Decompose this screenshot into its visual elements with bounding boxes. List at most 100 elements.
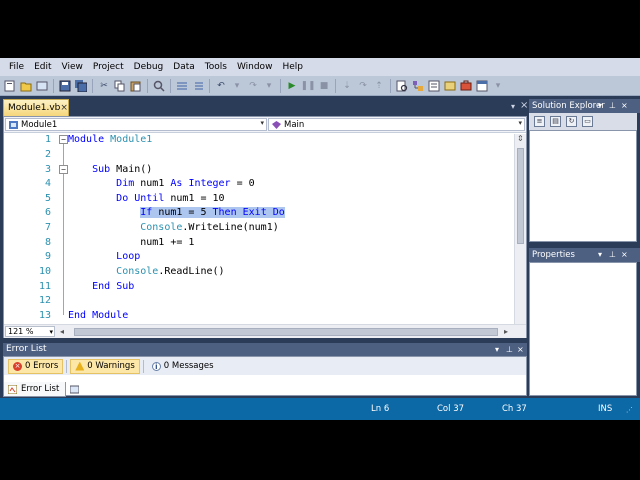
refresh-icon[interactable]: ↻ <box>566 116 577 127</box>
solution-explorer-icon[interactable] <box>411 79 425 93</box>
toolbar-separator <box>53 78 54 93</box>
pin-icon[interactable]: ⊥ <box>506 343 513 356</box>
menu-file[interactable]: File <box>4 62 29 72</box>
chevron-down-icon[interactable]: ▾ <box>495 343 499 356</box>
menu-tools[interactable]: Tools <box>200 62 232 72</box>
new-project-icon[interactable] <box>3 79 17 93</box>
pin-icon[interactable]: ⊥ <box>609 99 616 113</box>
save-all-icon[interactable] <box>74 79 88 93</box>
close-icon[interactable]: × <box>621 99 628 113</box>
show-all-files-icon[interactable]: ▤ <box>550 116 561 127</box>
pin-icon[interactable]: ⊥ <box>609 248 616 262</box>
menu-window[interactable]: Window <box>232 62 278 72</box>
undo-icon[interactable]: ↶ <box>214 79 228 93</box>
toolbar-separator <box>92 78 93 93</box>
open-icon[interactable] <box>19 79 33 93</box>
zoom-combo[interactable]: 121 % ▾ <box>5 326 55 337</box>
toolbar-separator <box>390 78 391 93</box>
line-number: 10 <box>38 266 51 277</box>
chevron-down-icon: ▾ <box>260 119 264 127</box>
add-item-icon[interactable] <box>35 79 49 93</box>
warnings-filter-button[interactable]: 0 Warnings <box>70 358 140 374</box>
view-code-icon[interactable]: ▭ <box>582 116 593 127</box>
close-icon[interactable]: × <box>517 343 524 356</box>
tab-error-list[interactable]: Error List <box>3 382 67 397</box>
pause-icon[interactable]: ❚❚ <box>300 79 315 93</box>
menu-view[interactable]: View <box>57 62 88 72</box>
properties-icon[interactable] <box>427 79 441 93</box>
solution-explorer-panel <box>529 130 637 242</box>
cut-icon[interactable]: ✂ <box>97 79 111 93</box>
collapse-icon[interactable]: − <box>59 165 68 174</box>
chevron-down-icon: ▾ <box>518 119 522 127</box>
step-out-icon[interactable]: ⇡ <box>372 79 386 93</box>
messages-filter-button[interactable]: i 0 Messages <box>147 359 219 374</box>
menu-bar: File Edit View Project Debug Data Tools … <box>0 58 640 76</box>
standard-toolbar: ✂ ↶ ▾ ↷ ▾ ▶ ❚❚ ■ ⇣ ↷ ⇡ ▾ <box>0 76 640 96</box>
line-number: 11 <box>38 281 51 292</box>
stop-icon[interactable]: ■ <box>317 79 331 93</box>
menu-edit[interactable]: Edit <box>29 62 56 72</box>
tab-find-results[interactable]: Find Results <box>66 382 140 397</box>
resize-grip-icon[interactable]: ⋰ <box>626 406 633 414</box>
close-icon[interactable]: × <box>520 100 528 111</box>
toolbox-icon[interactable] <box>459 79 473 93</box>
status-column: Col 37 <box>437 404 465 414</box>
code-line: Sub Main() <box>92 164 153 175</box>
find-icon[interactable] <box>152 79 166 93</box>
menu-project[interactable]: Project <box>88 62 129 72</box>
redo-icon[interactable]: ↷ <box>246 79 260 93</box>
navigation-bar: Module1 ▾ Main ▾ <box>4 117 526 133</box>
comment-icon[interactable] <box>175 79 189 93</box>
close-icon[interactable]: × <box>621 248 628 262</box>
menu-debug[interactable]: Debug <box>129 62 169 72</box>
chevron-down-icon[interactable]: ▾ <box>598 99 602 113</box>
line-number: 3 <box>44 164 51 175</box>
horizontal-scroll-thumb[interactable] <box>74 328 498 336</box>
chevron-down-icon[interactable]: ▾ <box>598 248 602 262</box>
chevron-down-icon[interactable]: ▾ <box>491 79 505 93</box>
errors-filter-button[interactable]: × 0 Errors <box>8 358 64 374</box>
code-line: Do Until num1 = 10 <box>116 193 225 204</box>
separator <box>142 359 144 373</box>
line-number: 7 <box>44 222 51 233</box>
close-icon[interactable]: × <box>60 103 68 113</box>
object-browser-icon[interactable] <box>443 79 457 93</box>
separator <box>66 359 68 373</box>
solution-explorer-header: Solution Explorer ▾ ⊥ × <box>529 99 640 113</box>
code-area[interactable]: 1 − Module Module1 2 3 − Sub Main() 4 Di… <box>4 134 514 324</box>
step-over-icon[interactable]: ↷ <box>356 79 370 93</box>
copy-icon[interactable] <box>113 79 127 93</box>
collapse-icon[interactable]: − <box>59 135 68 144</box>
step-into-icon[interactable]: ⇣ <box>340 79 354 93</box>
chevron-down-icon[interactable]: ▾ <box>262 79 276 93</box>
code-line: Module Module1 <box>68 134 153 145</box>
warnings-count: 0 Warnings <box>87 361 135 371</box>
menu-help[interactable]: Help <box>277 62 308 72</box>
split-icon[interactable]: ⇕ <box>517 134 524 143</box>
paste-icon[interactable] <box>129 79 143 93</box>
find-in-files-icon[interactable] <box>395 79 409 93</box>
line-number: 4 <box>44 178 51 189</box>
start-debug-icon[interactable]: ▶ <box>285 79 299 93</box>
status-line: Ln 6 <box>371 404 390 414</box>
member-combo[interactable]: Main ▾ <box>268 118 525 131</box>
error-icon: × <box>13 361 22 371</box>
save-icon[interactable] <box>58 79 72 93</box>
scroll-left-icon[interactable]: ◂ <box>60 327 64 336</box>
code-line: Console.ReadLine() <box>116 266 225 277</box>
bottom-tab-strip: Error List Find Results <box>3 380 527 397</box>
code-line: Loop <box>116 251 141 262</box>
menu-data[interactable]: Data <box>168 62 200 72</box>
uncomment-icon[interactable] <box>191 79 205 93</box>
vertical-scrollbar[interactable]: ⇕ <box>514 134 526 324</box>
chevron-down-icon[interactable]: ▾ <box>511 102 515 111</box>
window-icon[interactable] <box>475 79 489 93</box>
properties-icon[interactable]: ≡ <box>534 116 545 127</box>
tab-module1[interactable]: Module1.vb × <box>3 99 69 116</box>
class-combo[interactable]: Module1 ▾ <box>5 118 267 131</box>
module-icon <box>9 120 18 129</box>
scroll-thumb[interactable] <box>517 148 524 244</box>
scroll-right-icon[interactable]: ▸ <box>504 327 508 336</box>
chevron-down-icon[interactable]: ▾ <box>230 79 244 93</box>
